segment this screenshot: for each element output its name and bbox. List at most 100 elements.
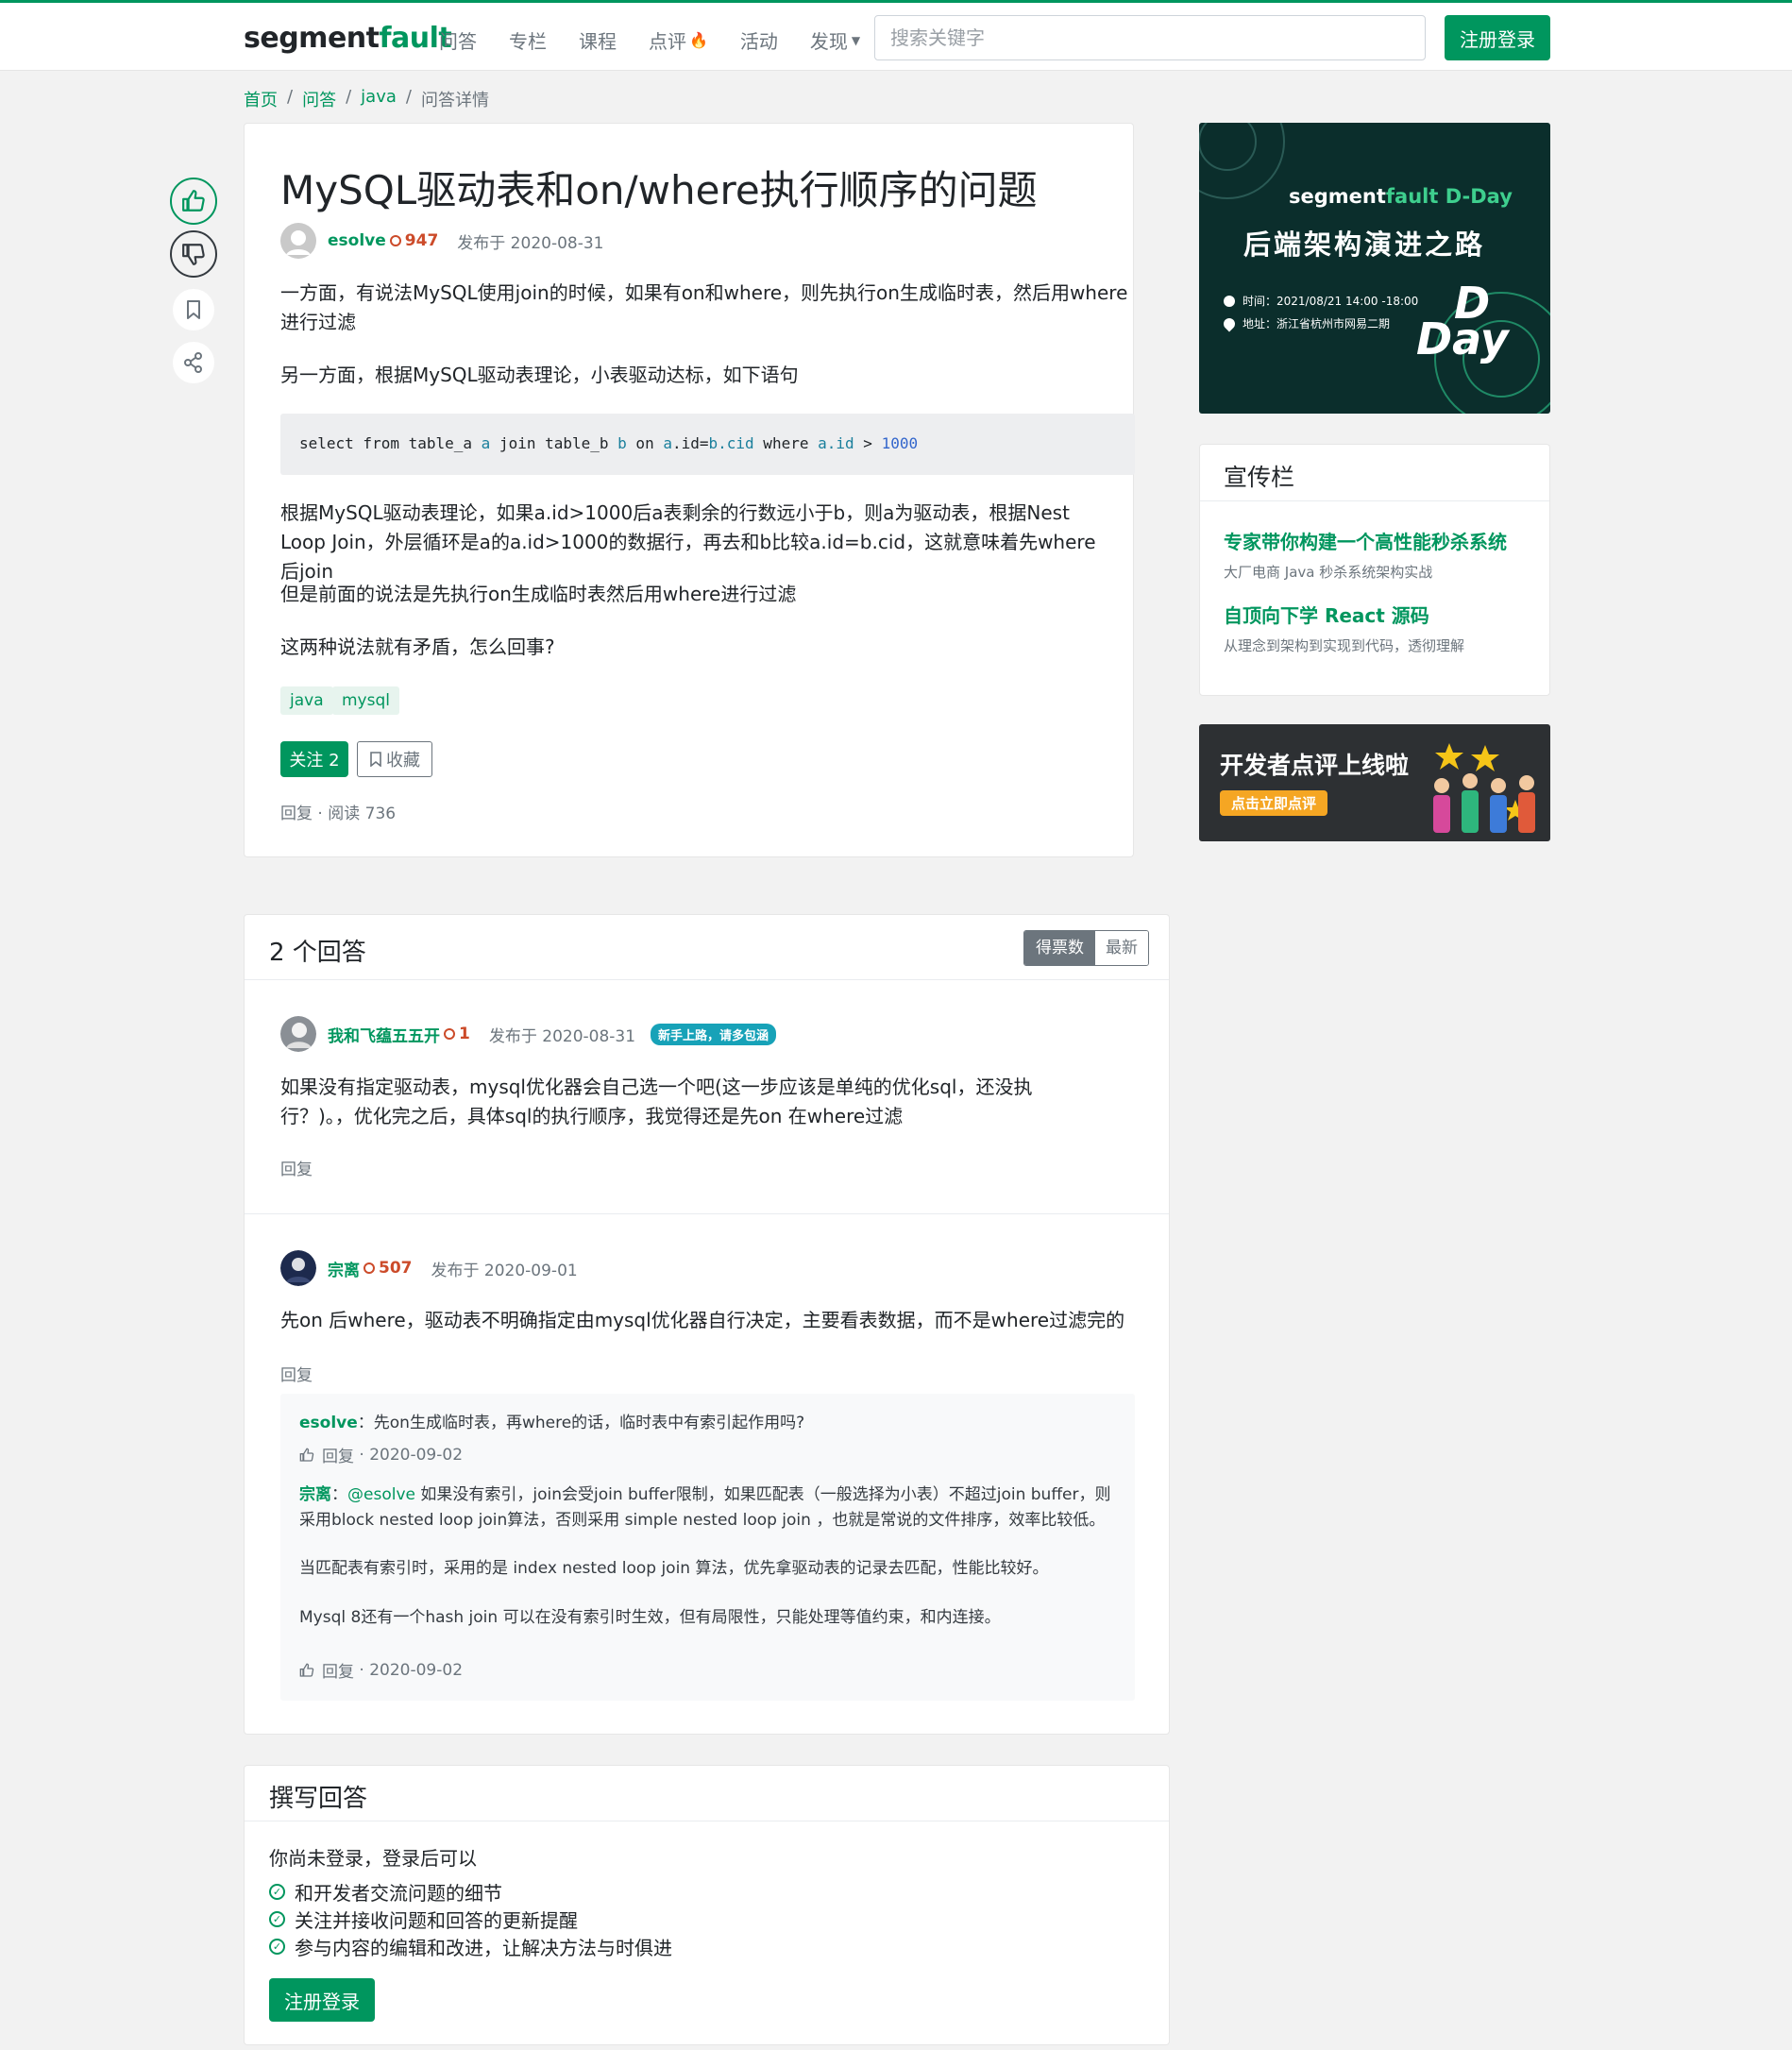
answer-author-reputation: 1	[444, 1025, 470, 1043]
question-paragraph: 根据MySQL驱动表理论，如果a.id>1000后a表剩余的行数远小于b，则a为…	[280, 501, 1096, 583]
breadcrumb-qa[interactable]: 问答	[302, 87, 336, 111]
thumbs-up-icon[interactable]	[299, 1448, 314, 1463]
register-login-button[interactable]: 注册登录	[1445, 15, 1550, 60]
code-token: on	[626, 434, 664, 452]
comment-author[interactable]: 宗离	[299, 1485, 331, 1504]
dday-logo-day: Day	[1416, 313, 1509, 364]
review-banner-button[interactable]: 点击立即点评	[1220, 790, 1328, 816]
nav-item-review[interactable]: 点评 🔥	[649, 26, 708, 54]
downvote-button[interactable]	[170, 230, 217, 278]
thumbs-up-icon[interactable]	[299, 1663, 314, 1678]
follow-button[interactable]: 关注 2	[280, 741, 348, 777]
answer-reply-link[interactable]: 回复	[280, 1362, 313, 1385]
benefit-text: 参与内容的编辑和改进，让解决方法与时俱进	[295, 1937, 672, 1959]
logo-seg: segment	[244, 22, 380, 55]
promo-item-title[interactable]: 自顶向下学 React 源码	[1224, 601, 1464, 628]
question-meta: esolve 947 发布于 2020-08-31	[280, 223, 603, 259]
collect-label: 收藏	[386, 751, 420, 771]
breadcrumb-home[interactable]: 首页	[244, 87, 278, 111]
bookmark-button[interactable]	[173, 289, 214, 330]
tag-java[interactable]: java	[280, 686, 333, 715]
question-title: MySQL驱动表和on/where执行顺序的问题	[280, 167, 1038, 213]
nav-item-activity[interactable]: 活动	[740, 26, 778, 54]
answer-author[interactable]: 宗离	[328, 1257, 360, 1280]
nav-item-discover[interactable]: 发现 ▼	[810, 26, 860, 54]
avatar[interactable]	[280, 1016, 316, 1052]
banner-brand: segmentfault D-Day	[1289, 185, 1513, 208]
question-author[interactable]: esolve	[328, 231, 386, 250]
search-input[interactable]: 搜索关键字	[874, 15, 1426, 60]
nav-item-column[interactable]: 专栏	[509, 26, 547, 54]
comment-reply[interactable]: 回复	[322, 1658, 354, 1682]
review-banner[interactable]: 开发者点评上线啦 点击立即点评	[1199, 724, 1550, 841]
collect-button[interactable]: 收藏	[357, 741, 432, 777]
question-paragraph: 一方面，有说法MySQL使用join的时候，如果有on和where，则先执行on…	[280, 281, 1128, 333]
promo-item[interactable]: 自顶向下学 React 源码 从理念到架构到实现到代码，透彻理解	[1224, 601, 1464, 655]
brand-dday: D-Day	[1438, 185, 1513, 208]
bookmark-icon	[187, 300, 200, 319]
login-intro: 你尚未登录，登录后可以	[269, 1847, 477, 1870]
breadcrumb-separator: /	[287, 87, 294, 107]
mention-link[interactable]: @esolve	[347, 1485, 415, 1504]
nav-links: 问答 专栏 课程 点评 🔥 活动 发现 ▼	[439, 26, 892, 54]
divider	[245, 1213, 1169, 1214]
dday-banner[interactable]: segmentfault D-Day 后端架构演进之路 时间：2021/08/2…	[1199, 123, 1550, 414]
brand-seg: segment	[1289, 185, 1386, 208]
register-login-button[interactable]: 注册登录	[269, 1978, 375, 2022]
check-icon: ✓	[269, 1939, 285, 1955]
promo-item-subtitle: 大厂电商 Java 秒杀系统架构实战	[1224, 564, 1433, 581]
nav-item-course[interactable]: 课程	[579, 26, 617, 54]
breadcrumb: 首页 / 问答 / java / 问答详情	[244, 87, 489, 111]
nav-item-qa[interactable]: 问答	[439, 26, 477, 54]
comment-reply[interactable]: 回复	[322, 1443, 354, 1466]
benefit-text: 和开发者交流问题的细节	[295, 1882, 502, 1905]
answer-body: 如果没有指定驱动表，mysql优化器会自己选一个吧(这一步应该是单纯的优化sql…	[280, 1076, 1033, 1127]
upvote-button[interactable]	[170, 178, 217, 225]
avatar[interactable]	[280, 223, 316, 259]
banner-title: 后端架构演进之路	[1243, 229, 1486, 261]
nav-item-review-label: 点评	[649, 30, 686, 53]
comment-text: Mysql 8还有一个hash join 可以在没有索引时生效，但有局限性，只能…	[299, 1608, 1001, 1627]
medal-icon	[444, 1028, 455, 1040]
share-button[interactable]	[173, 342, 214, 383]
breadcrumb-separator: /	[346, 87, 352, 107]
share-icon	[184, 352, 202, 373]
benefit-text: 关注并接收问题和回答的更新提醒	[295, 1909, 578, 1932]
question-footer: 回复 · 阅读 736	[280, 805, 397, 823]
user-avatar-icon	[280, 223, 316, 259]
code-token: where	[753, 434, 819, 452]
sort-by-votes[interactable]: 得票数	[1024, 931, 1095, 965]
promo-item-title[interactable]: 专家带你构建一个高性能秒杀系统	[1224, 527, 1507, 554]
check-icon: ✓	[269, 1884, 285, 1900]
navbar: segmentfault 问答 专栏 课程 点评 🔥 活动 发现 ▼ 搜索关键字 注…	[0, 3, 1792, 71]
reputation-value: 1	[459, 1025, 470, 1043]
comment-text: 当匹配表有索引时，采用的是 index nested loop join 算法，…	[299, 1559, 1049, 1578]
breadcrumb-current: 问答详情	[420, 91, 489, 110]
people-stars-illustration	[1433, 743, 1535, 833]
code-token: .id	[826, 434, 854, 452]
answer-meta: 我和飞蕴五五开 1 发布于 2020-08-31 新手上路，请多包涵	[280, 1016, 777, 1052]
site-logo[interactable]: segmentfault	[244, 22, 452, 55]
benefit-item: ✓ 关注并接收问题和回答的更新提醒	[269, 1906, 578, 1933]
sort-by-latest[interactable]: 最新	[1095, 931, 1148, 965]
fire-icon: 🔥	[689, 31, 708, 49]
question-paragraph: 另一方面，根据MySQL驱动表理论，小表驱动达标，如下语句	[280, 364, 799, 386]
user-avatar-icon	[280, 1250, 316, 1286]
answer-author[interactable]: 我和飞蕴五五开	[328, 1023, 440, 1046]
answer-reply-link[interactable]: 回复	[280, 1156, 313, 1179]
comment-date: 2020-09-02	[369, 1660, 464, 1680]
avatar[interactable]	[280, 1250, 316, 1286]
reputation-value: 947	[404, 231, 439, 250]
comment-meta: 回复 · 2020-09-02	[299, 1658, 463, 1682]
promo-item-subtitle: 从理念到架构到实现到代码，透彻理解	[1224, 637, 1465, 654]
promo-item[interactable]: 专家带你构建一个高性能秒杀系统 大厂电商 Java 秒杀系统架构实战	[1224, 527, 1507, 582]
write-answer-title: 撰写回答	[269, 1785, 368, 1813]
nav-item-discover-label: 发现	[809, 30, 848, 53]
code-block: select from table_a a join table_b b on …	[280, 414, 1135, 475]
tag-mysql[interactable]: mysql	[332, 686, 399, 715]
breadcrumb-tag[interactable]: java	[361, 87, 397, 111]
reply-link[interactable]: 回复	[280, 805, 313, 823]
code-token: .cid	[718, 434, 754, 452]
comment-author[interactable]: esolve	[299, 1414, 358, 1432]
promo-heading: 宣传栏	[1224, 464, 1295, 491]
